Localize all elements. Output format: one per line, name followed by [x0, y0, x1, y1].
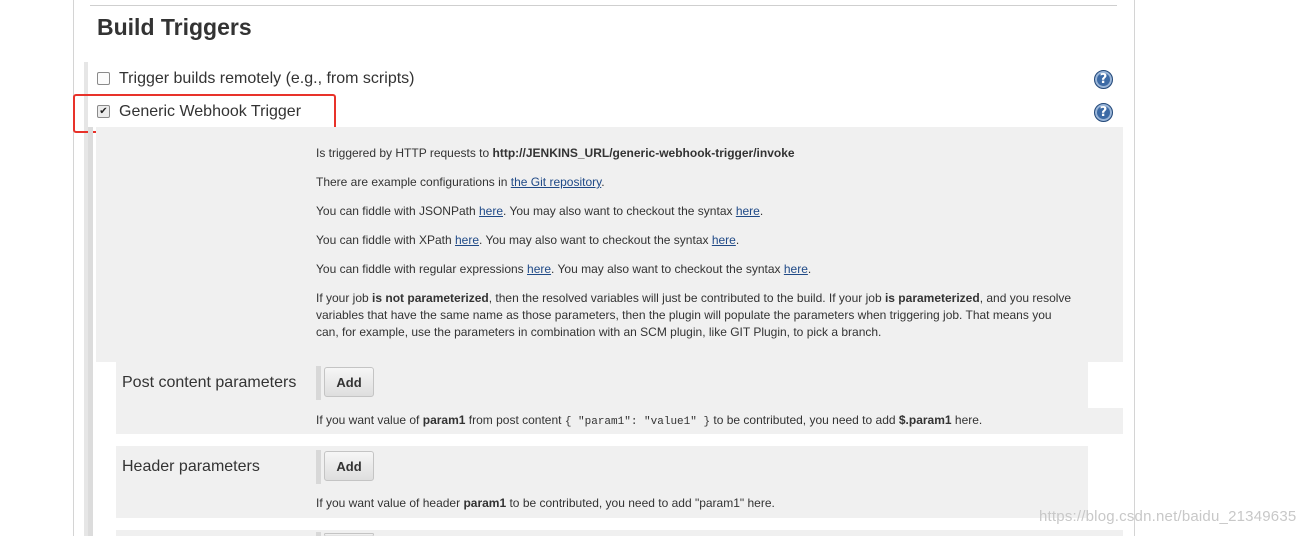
button-well	[316, 532, 321, 536]
desc-xpath: You can fiddle with XPath here. You may …	[316, 233, 740, 247]
xpath-fiddle-link[interactable]: here	[455, 233, 479, 247]
layout-gap	[116, 518, 1123, 530]
desc-git-repo: There are example configurations in the …	[316, 175, 605, 189]
layout-gap	[1088, 362, 1123, 408]
trigger-remote-label[interactable]: Trigger builds remotely (e.g., from scri…	[119, 70, 414, 88]
post-content-hint: If you want value of param1 from post co…	[316, 413, 983, 428]
help-icon[interactable]: ?	[1094, 103, 1113, 122]
desc-jsonpath: You can fiddle with JSONPath here. You m…	[316, 204, 764, 218]
button-well	[316, 450, 321, 484]
generic-webhook-description: Is triggered by HTTP requests to http://…	[316, 145, 1076, 353]
page-border-right	[1134, 0, 1135, 536]
add-post-content-parameter-button[interactable]: Add	[324, 367, 374, 397]
help-icon[interactable]: ?	[1094, 70, 1113, 89]
layout-gap	[96, 362, 116, 536]
add-header-parameter-button[interactable]: Add	[324, 451, 374, 481]
watermark: https://blog.csdn.net/baidu_21349635	[1039, 508, 1297, 525]
jsonpath-syntax-link[interactable]: here	[736, 204, 760, 218]
git-repository-link[interactable]: the Git repository	[511, 175, 601, 189]
desc-regex: You can fiddle with regular expressions …	[316, 262, 812, 276]
header-parameters-hint: If you want value of header param1 to be…	[316, 496, 775, 510]
trigger-remote-checkbox[interactable]	[97, 71, 110, 85]
header-parameters-label: Header parameters	[122, 458, 260, 475]
page-border-left	[73, 0, 74, 536]
desc-invoke-url: Is triggered by HTTP requests to http://…	[316, 146, 795, 160]
regex-syntax-link[interactable]: here	[784, 262, 808, 276]
xpath-syntax-link[interactable]: here	[712, 233, 736, 247]
trigger-remote-row[interactable]: Trigger builds remotely (e.g., from scri…	[97, 67, 414, 91]
section-divider	[90, 5, 1117, 6]
button-well	[316, 366, 321, 400]
panel-indent-bar	[88, 127, 93, 536]
desc-parameterized: If your job is not parameterized, then t…	[316, 291, 1072, 339]
jsonpath-fiddle-link[interactable]: here	[479, 204, 503, 218]
layout-gap	[116, 434, 1123, 446]
section-title: Build Triggers	[97, 14, 252, 40]
regex-fiddle-link[interactable]: here	[527, 262, 551, 276]
post-content-parameters-label: Post content parameters	[122, 374, 297, 391]
